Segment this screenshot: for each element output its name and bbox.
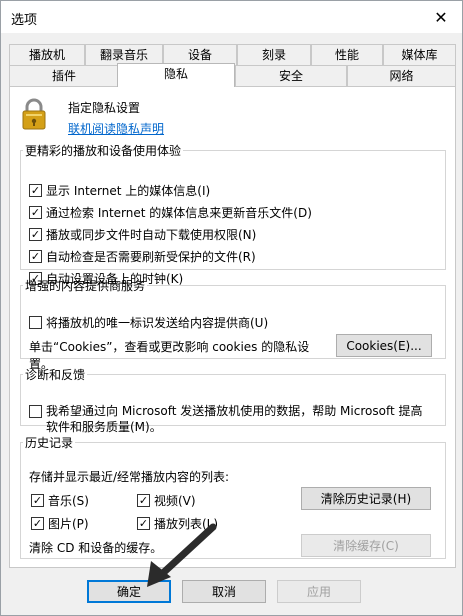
experience-group: 更精彩的播放和设备使用体验 ✓ 显示 Internet 上的媒体信息(I) ✓ … (20, 142, 446, 286)
tab-devices[interactable]: 设备 (163, 44, 237, 65)
ok-button[interactable]: 确定 (87, 580, 171, 603)
checkbox-pictures[interactable]: ✓ 图片(P) (31, 515, 89, 532)
cancel-button[interactable]: 取消 (182, 580, 266, 603)
check-icon: ✓ (32, 494, 43, 507)
check-icon: ✓ (32, 517, 43, 530)
checkbox-video[interactable]: ✓ 视频(V) (137, 492, 196, 509)
checkbox-row[interactable]: ✓ 显示 Internet 上的媒体信息(I) (29, 182, 210, 199)
checkbox[interactable]: ✓ (29, 228, 42, 241)
checkbox-row[interactable]: ✓ 通过检索 Internet 的媒体信息来更新音乐文件(D) (29, 204, 312, 221)
tab-network[interactable]: 网络 (347, 65, 456, 86)
tab-player[interactable]: 播放机 (9, 44, 85, 65)
clear-cache-label: 清除 CD 和设备的缓存。 (29, 541, 163, 555)
checkbox-music[interactable]: ✓ 音乐(S) (31, 492, 89, 509)
tab-plugins[interactable]: 插件 (9, 65, 119, 86)
options-dialog: 选项 ✕ 播放机 翻录音乐 设备 刻录 性能 媒体库 插件 隐私 安全 网络 指… (0, 0, 463, 616)
tab-privacy[interactable]: 隐私 (117, 63, 235, 87)
cookies-description: 单击“Cookies”，查看或更改影响 cookies 的隐私设 (29, 340, 310, 354)
check-icon: ✓ (30, 184, 41, 197)
apply-button[interactable]: 应用 (277, 580, 361, 603)
tab-performance[interactable]: 性能 (311, 44, 383, 65)
feedback-line-1: 我希望通过向 Microsoft 发送播放机使用的数据，帮助 Microsoft… (46, 404, 423, 418)
check-icon: ✓ (138, 517, 149, 530)
tab-row-2: 插件 隐私 安全 网络 (9, 63, 456, 87)
title-bar: 选项 ✕ (1, 1, 462, 33)
checkbox-row[interactable]: ✓ 自动检查是否需要刷新受保护的文件(R) (29, 248, 256, 265)
checkbox-label: 播放列表(L) (154, 517, 219, 531)
checkbox-label: 视频(V) (154, 494, 196, 508)
feedback-group: 诊断和反馈 我希望通过向 Microsoft 发送播放机使用的数据，帮助 Mic… (20, 366, 446, 434)
lock-icon (22, 98, 46, 130)
privacy-heading: 指定隐私设置 (68, 101, 141, 115)
checkbox[interactable]: ✓ (29, 206, 42, 219)
check-icon: ✓ (30, 228, 41, 241)
checkbox[interactable]: ✓ (31, 517, 44, 530)
privacy-statement-link[interactable]: 联机阅读隐私声明 (68, 120, 164, 137)
experience-legend: 更精彩的播放和设备使用体验 (25, 144, 182, 158)
checkbox-label: 自动检查是否需要刷新受保护的文件(R) (46, 250, 256, 264)
window-title: 选项 (11, 13, 38, 28)
checkbox[interactable] (29, 405, 42, 418)
history-legend: 历史记录 (25, 436, 74, 450)
checkbox[interactable]: ✓ (29, 184, 42, 197)
tab-security[interactable]: 安全 (235, 65, 347, 86)
close-icon: ✕ (434, 7, 448, 27)
checkbox-label: 播放或同步文件时自动下载使用权限(N) (46, 228, 257, 242)
check-icon: ✓ (30, 250, 41, 263)
check-icon: ✓ (138, 494, 149, 507)
close-button[interactable]: ✕ (426, 3, 456, 31)
checkbox-label: 图片(P) (48, 517, 89, 531)
checkbox-row[interactable]: 我希望通过向 Microsoft 发送播放机使用的数据，帮助 Microsoft… (29, 403, 422, 435)
checkbox[interactable] (29, 316, 42, 329)
checkbox-label: 音乐(S) (48, 494, 89, 508)
checkbox-label: 我希望通过向 Microsoft 发送播放机使用的数据，帮助 Microsoft… (46, 403, 422, 435)
checkbox-row[interactable]: 将播放机的唯一标识发送给内容提供商(U) (29, 314, 268, 331)
checkbox-row[interactable]: ✓ 播放或同步文件时自动下载使用权限(N) (29, 226, 256, 243)
checkbox-label: 显示 Internet 上的媒体信息(I) (46, 184, 211, 198)
clear-history-button[interactable]: 清除历史记录(H) (301, 487, 431, 510)
feedback-legend: 诊断和反馈 (25, 368, 86, 382)
privacy-panel: 指定隐私设置 联机阅读隐私声明 更精彩的播放和设备使用体验 ✓ 显示 Inter… (9, 86, 456, 568)
content-provider-group: 增强的内容提供商服务 将播放机的唯一标识发送给内容提供商(U) 单击“Cooki… (20, 277, 446, 371)
feedback-line-2: 软件和服务质量(M)。 (46, 420, 162, 434)
clear-cache-button[interactable]: 清除缓存(C) (301, 534, 431, 557)
checkbox[interactable]: ✓ (29, 250, 42, 263)
checkbox[interactable]: ✓ (137, 517, 150, 530)
tab-row-1: 播放机 翻录音乐 设备 刻录 性能 媒体库 (9, 44, 456, 65)
history-group: 历史记录 存储并显示最近/经常播放内容的列表: ✓ 音乐(S) ✓ 视频(V) … (20, 434, 446, 559)
checkbox[interactable]: ✓ (31, 494, 44, 507)
history-list-label: 存储并显示最近/经常播放内容的列表: (29, 470, 230, 484)
cookies-button[interactable]: Cookies(E)... (336, 334, 432, 357)
tab-rip-music[interactable]: 翻录音乐 (85, 44, 163, 65)
checkbox-playlists[interactable]: ✓ 播放列表(L) (137, 515, 218, 532)
check-icon: ✓ (30, 206, 41, 219)
tab-library[interactable]: 媒体库 (383, 44, 456, 65)
tab-burn[interactable]: 刻录 (237, 44, 311, 65)
checkbox[interactable]: ✓ (137, 494, 150, 507)
checkbox-label: 通过检索 Internet 的媒体信息来更新音乐文件(D) (46, 206, 312, 220)
provider-legend: 增强的内容提供商服务 (25, 279, 146, 293)
checkbox-label: 将播放机的唯一标识发送给内容提供商(U) (46, 316, 269, 330)
